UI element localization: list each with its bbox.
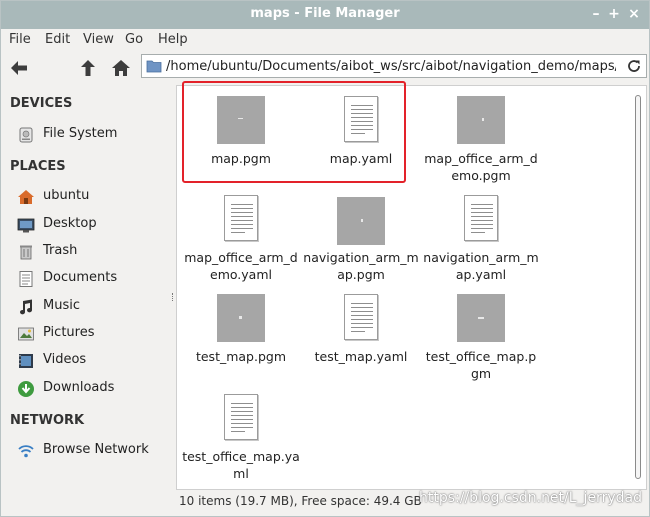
file-item[interactable]: map_office_arm_demo.yaml	[182, 193, 300, 288]
file-item[interactable]: map.pgm	[182, 94, 300, 184]
back-button[interactable]	[8, 57, 30, 79]
places-heading: PLACES	[10, 159, 66, 174]
sidebar-item-label: Videos	[43, 352, 87, 367]
watermark-text: https://blog.csdn.net/L_jerrydad	[419, 490, 642, 506]
sidebar-item-trash[interactable]: Trash	[17, 241, 167, 263]
close-button[interactable]: ×	[625, 5, 643, 23]
home-icon	[18, 190, 34, 204]
file-name: test_map.pgm	[195, 349, 287, 364]
sidebar-item-music[interactable]: Music	[17, 296, 167, 318]
sidebar-item-label: Trash	[43, 243, 78, 258]
devices-heading: DEVICES	[10, 96, 73, 111]
sidebar-item-label: Documents	[43, 270, 118, 285]
menu-bar: File Edit View Go Help	[1, 29, 649, 53]
file-item[interactable]: test_office_map.pgm	[422, 292, 540, 387]
menu-help[interactable]: Help	[158, 32, 188, 47]
file-name: test_office_map.pgm	[425, 349, 537, 381]
sidebar-item-ubuntu[interactable]: ubuntu	[17, 186, 167, 208]
sidebar-item-desktop[interactable]: Desktop	[17, 214, 167, 236]
path-input[interactable]	[166, 57, 616, 76]
home-button[interactable]	[110, 57, 132, 79]
sidebar-item-downloads[interactable]: Downloads	[17, 378, 167, 400]
file-item[interactable]: test_office_map.yaml	[182, 392, 300, 487]
sidebar-item-label: ubuntu	[43, 188, 90, 203]
network-heading: NETWORK	[10, 413, 85, 428]
file-item[interactable]: test_map.yaml	[302, 292, 420, 387]
file-manager-window: maps - File Manager – + × File Edit View…	[0, 0, 650, 517]
documents-icon	[19, 271, 33, 287]
sidebar-item-pictures[interactable]: Pictures	[17, 323, 167, 345]
sidebar-item-label: File System	[43, 126, 118, 141]
videos-icon	[19, 354, 33, 368]
file-item[interactable]: map.yaml	[302, 94, 420, 184]
reload-icon[interactable]	[626, 58, 642, 74]
file-name: navigation_arm_map.yaml	[423, 250, 539, 282]
file-name: map_office_arm_demo.pgm	[424, 151, 538, 183]
file-name: map.yaml	[329, 151, 393, 166]
music-icon	[20, 299, 33, 315]
file-name: test_map.yaml	[314, 349, 408, 364]
text-document-icon	[224, 394, 258, 440]
file-view: map.pgm map.yaml map_office_arm_demo.pgm…	[176, 85, 647, 490]
sidebar-item-browse-network[interactable]: Browse Network	[17, 440, 167, 462]
file-name: test_office_map.yaml	[182, 449, 300, 481]
file-item[interactable]: test_map.pgm	[182, 292, 300, 387]
sidebar-item-label: Desktop	[43, 216, 97, 231]
menu-edit[interactable]: Edit	[45, 32, 70, 47]
sidebar-item-videos[interactable]: Videos	[17, 350, 167, 372]
vertical-scrollbar[interactable]	[632, 87, 644, 487]
downloads-icon	[18, 381, 34, 397]
sidebar-item-label: Pictures	[43, 325, 95, 340]
home-icon	[112, 60, 130, 76]
pgm-thumbnail-icon	[457, 294, 505, 342]
text-document-icon	[464, 195, 498, 241]
pgm-thumbnail-icon	[217, 294, 265, 342]
file-item[interactable]: navigation_arm_map.yaml	[422, 193, 540, 288]
location-bar[interactable]	[141, 54, 647, 78]
sidebar-item-file-system[interactable]: File System	[17, 124, 167, 146]
arrow-up-icon	[81, 60, 95, 76]
network-icon	[18, 445, 34, 458]
sidebar-item-label: Music	[43, 298, 80, 313]
sidebar-item-label: Downloads	[43, 380, 115, 395]
text-document-icon	[224, 195, 258, 241]
minimize-button[interactable]: –	[587, 5, 605, 23]
text-document-icon	[344, 96, 378, 142]
file-name: navigation_arm_map.pgm	[303, 250, 419, 282]
file-name: map.pgm	[211, 151, 271, 166]
pgm-thumbnail-icon	[337, 197, 385, 245]
desktop-icon	[17, 218, 35, 233]
pictures-icon	[18, 327, 34, 341]
menu-go[interactable]: Go	[125, 32, 143, 47]
window-title: maps - File Manager	[250, 6, 400, 21]
title-bar[interactable]: maps - File Manager – + ×	[1, 1, 649, 29]
folder-icon	[146, 60, 162, 73]
pgm-thumbnail-icon	[217, 96, 265, 144]
file-name: map_office_arm_demo.yaml	[184, 250, 298, 282]
sidebar-item-label: Browse Network	[43, 442, 149, 457]
menu-file[interactable]: File	[9, 32, 31, 47]
drive-icon	[19, 127, 33, 143]
trash-icon	[20, 245, 32, 260]
sidebar: DEVICES File System PLACES ubuntu Deskto…	[1, 85, 171, 517]
pgm-thumbnail-icon	[457, 96, 505, 144]
file-item[interactable]: map_office_arm_demo.pgm	[422, 94, 540, 184]
maximize-button[interactable]: +	[605, 5, 623, 23]
text-document-icon	[344, 294, 378, 340]
status-text: 10 items (19.7 MB), Free space: 49.4 GB	[179, 494, 422, 508]
sidebar-item-documents[interactable]: Documents	[17, 268, 167, 290]
file-item[interactable]: navigation_arm_map.pgm	[302, 193, 420, 288]
menu-view[interactable]: View	[83, 32, 114, 47]
up-button[interactable]	[77, 57, 99, 79]
arrow-left-icon	[11, 61, 27, 75]
